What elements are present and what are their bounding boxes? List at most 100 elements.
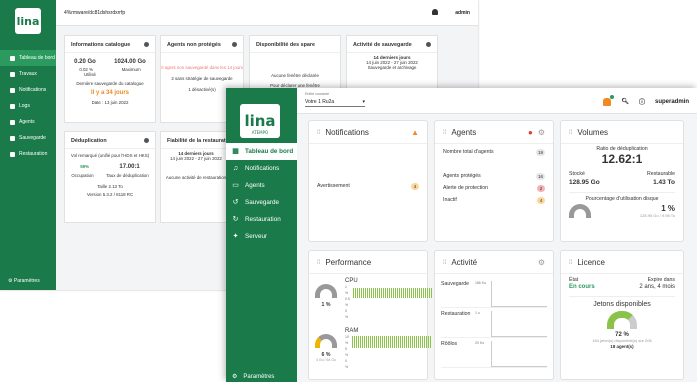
wrench-icon [10, 71, 15, 77]
bar [385, 336, 387, 348]
ram-gauge [315, 334, 337, 348]
entity-select[interactable]: Votre 1 Ru2a ▾ [305, 97, 365, 107]
drag-handle-icon[interactable]: ⁞⁞ [569, 260, 572, 266]
activity-row: Rôôlos 20 Ko [441, 338, 547, 368]
nav-item-4[interactable]: ↻ Restauration [226, 211, 297, 228]
nav-label: Sauvegarde [245, 199, 279, 206]
bar [352, 288, 354, 298]
bar [353, 336, 355, 348]
back-nav-settings[interactable]: ⚙ Paramètres [8, 278, 40, 284]
bar [378, 288, 380, 298]
bar [421, 336, 423, 348]
back-bell-icon[interactable] [432, 9, 438, 15]
gear-icon[interactable] [426, 42, 431, 47]
search-icon[interactable]: 🔍︎ [621, 98, 629, 105]
bar [426, 288, 428, 298]
bar [364, 288, 366, 298]
gear-icon[interactable] [232, 42, 237, 47]
nav-settings[interactable]: ⚙ Paramètres [232, 373, 274, 381]
gear-icon[interactable] [144, 42, 149, 47]
bar [429, 336, 431, 348]
nav-icon: ↺ [232, 199, 239, 206]
nav-label: Notifications [245, 165, 280, 172]
bar [420, 288, 422, 298]
bar [413, 336, 415, 348]
bar [372, 288, 374, 298]
back-nav-dashboard[interactable]: Tableau de bord [0, 50, 56, 66]
bar [396, 288, 398, 298]
bar [361, 336, 363, 348]
chevron-down-icon: ▾ [362, 98, 365, 105]
nav-icon: ♫ [232, 165, 239, 172]
foreground-window: lina ATEMPO ▦ Tableau de bord ♫ Notification… [226, 88, 697, 382]
bar [423, 336, 425, 348]
bar [387, 336, 389, 348]
nav-item-2[interactable]: ▭ Agents [226, 177, 297, 194]
bar [359, 336, 361, 348]
back-nav-notifications[interactable]: Notifications [0, 82, 56, 98]
bar [415, 336, 417, 348]
drag-handle-icon[interactable]: ⁞⁞ [443, 130, 446, 136]
bar [399, 336, 401, 348]
bar [393, 336, 395, 348]
bar [377, 336, 379, 348]
bar [411, 336, 413, 348]
nav-item-0[interactable]: ▦ Tableau de bord [226, 143, 297, 160]
bar [376, 288, 378, 298]
bar [417, 336, 419, 348]
topbar: Entité courante Votre 1 Ru2a ▾ 🔍︎ ⓘ super… [297, 88, 697, 114]
bar [407, 336, 409, 348]
back-nav-agents[interactable]: Agents [0, 114, 56, 130]
agents-card: ⁞⁞ Agents ● ⚙ Nombre total d'agents 19 Agent… [434, 120, 554, 242]
activity-card: ⁞⁞ Activité ⚙ Sauvegarde 186 Ko Restauration… [434, 250, 554, 380]
gear-icon[interactable] [144, 138, 149, 143]
nav-icon: ▦ [232, 148, 239, 155]
bar [428, 288, 430, 298]
nav-label: Restauration [245, 216, 281, 223]
bar [398, 288, 400, 298]
drag-handle-icon[interactable]: ⁞⁞ [569, 130, 572, 136]
bar [430, 288, 432, 298]
cpu-chart [352, 284, 432, 298]
nav-item-5[interactable]: ✦ Serveur [226, 228, 297, 245]
nav-label: Tableau de bord [245, 148, 294, 155]
gear-icon[interactable]: ⚙ [538, 258, 545, 267]
back-topbar: 4%rmware/dc81dshsrdxrrfp admin [56, 0, 478, 26]
back-user[interactable]: admin [455, 10, 470, 16]
restore-reliability-card: Fiabilité de la restauration 14 derniers… [160, 131, 234, 223]
back-nav-backup[interactable]: Sauvegarde [0, 130, 56, 146]
drag-handle-icon[interactable]: ⁞⁞ [443, 260, 446, 266]
bar [365, 336, 367, 348]
nav-item-1[interactable]: ♫ Notifications [226, 160, 297, 177]
nav-item-3[interactable]: ↺ Sauvegarde [226, 194, 297, 211]
nav-icon: ▭ [232, 182, 239, 189]
bar [381, 336, 383, 348]
bar [409, 336, 411, 348]
bar [358, 288, 360, 298]
bell-icon[interactable] [603, 94, 615, 106]
bar [404, 288, 406, 298]
drag-handle-icon[interactable]: ⁞⁞ [317, 130, 320, 136]
help-icon[interactable]: ⓘ [639, 97, 645, 106]
back-nav-logs[interactable]: Logs [0, 98, 56, 114]
bar [427, 336, 429, 348]
ram-chart [351, 334, 431, 348]
catalog-card: Informations catalogue 0.20 Go 1024.00 Go… [64, 35, 156, 123]
bar [405, 336, 407, 348]
bar [370, 288, 372, 298]
bar [354, 288, 356, 298]
monitor-icon [10, 119, 15, 125]
gear-icon[interactable]: ⚙ [538, 128, 545, 137]
bar [356, 288, 358, 298]
dashboard-icon [10, 55, 15, 61]
activity-label: Sauvegarde [441, 281, 469, 287]
bar [403, 336, 405, 348]
bar [369, 336, 371, 348]
drag-handle-icon[interactable]: ⁞⁞ [317, 260, 320, 266]
entity-label: Entité courante [305, 92, 330, 96]
cpu-gauge [315, 284, 337, 298]
bar [374, 288, 376, 298]
user-name[interactable]: superadmin [655, 99, 689, 105]
licence-card: ⁞⁞ Licence État Expire dans En cours 2 ans,… [560, 250, 684, 380]
back-nav-restore[interactable]: Restauration [0, 146, 56, 162]
